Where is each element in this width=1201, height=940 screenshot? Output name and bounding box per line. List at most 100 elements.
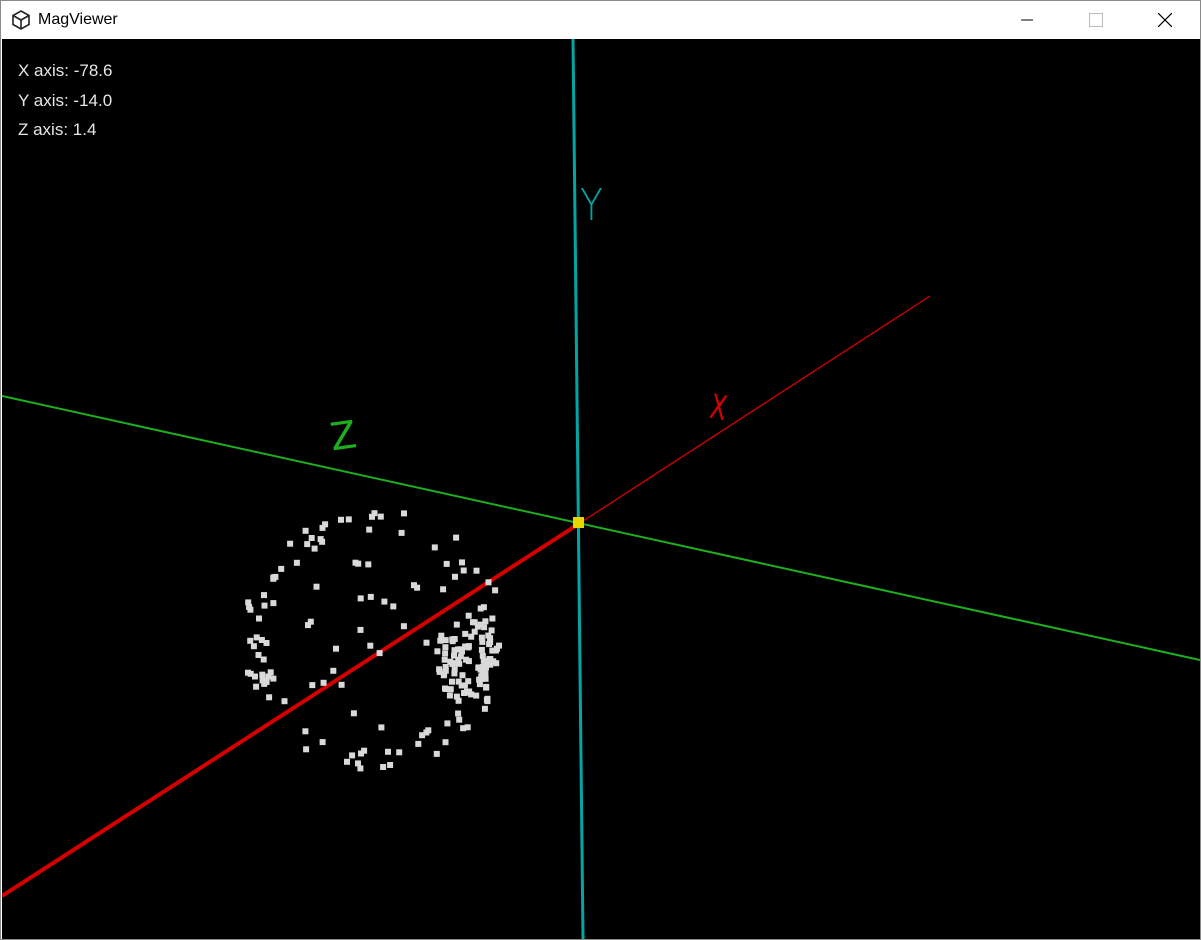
data-point — [465, 612, 472, 619]
data-point — [253, 634, 260, 641]
data-point — [338, 681, 345, 688]
data-point — [442, 650, 449, 657]
data-point — [449, 660, 456, 667]
data-point — [367, 642, 374, 649]
data-point — [443, 560, 450, 567]
data-point — [396, 749, 403, 756]
data-point — [261, 592, 267, 599]
data-point — [464, 724, 471, 731]
data-point — [255, 652, 262, 658]
minimize-button[interactable] — [1004, 1, 1050, 39]
title-bar[interactable]: MagViewer — [1, 1, 1200, 39]
data-point — [481, 705, 488, 712]
data-point — [444, 720, 451, 727]
data-point — [302, 728, 309, 735]
data-point — [357, 626, 364, 633]
data-point — [459, 559, 465, 566]
data-point — [302, 527, 309, 534]
3d-viewport[interactable]: Y Z X X axis: -78.6 Y axis: -14.0 Z axis… — [2, 39, 1200, 939]
data-point — [492, 587, 499, 594]
data-point — [473, 692, 480, 699]
data-point — [484, 695, 491, 702]
data-point — [401, 510, 407, 517]
data-point — [259, 671, 266, 678]
data-point — [449, 636, 456, 643]
data-point — [453, 534, 460, 541]
data-point — [441, 656, 448, 663]
x-axis-line — [2, 521, 582, 898]
data-point — [466, 688, 473, 695]
data-point — [266, 694, 273, 701]
data-point — [449, 678, 455, 685]
data-point — [475, 664, 482, 671]
data-point — [493, 660, 500, 667]
data-point — [492, 647, 499, 654]
data-point — [468, 633, 475, 640]
data-point — [433, 750, 440, 757]
data-point — [247, 637, 254, 644]
data-point — [252, 673, 258, 680]
data-point — [451, 670, 458, 677]
data-point — [305, 622, 311, 629]
data-point — [377, 513, 384, 520]
data-point — [371, 510, 378, 517]
data-point — [367, 593, 374, 600]
data-point — [385, 748, 391, 755]
data-point — [446, 692, 453, 699]
data-point — [350, 710, 357, 717]
data-point — [455, 656, 462, 663]
data-point — [293, 559, 300, 566]
x-axis-readout: X axis: -78.6 — [18, 61, 113, 80]
data-point — [415, 740, 422, 747]
data-point — [260, 656, 267, 663]
data-point — [452, 573, 458, 580]
data-point — [488, 627, 495, 634]
data-point — [390, 603, 397, 610]
data-point — [378, 724, 385, 731]
data-point — [270, 675, 277, 682]
data-point — [442, 739, 449, 746]
data-point — [333, 645, 339, 652]
data-point — [357, 765, 364, 772]
data-point — [344, 758, 350, 765]
data-point — [487, 661, 494, 668]
data-point — [320, 679, 327, 686]
data-point — [357, 595, 364, 602]
unity-logo-icon — [12, 10, 30, 30]
origin-marker — [573, 517, 584, 528]
data-point — [480, 657, 487, 664]
close-icon — [1158, 13, 1172, 27]
data-point — [436, 666, 443, 673]
data-point — [317, 536, 324, 543]
data-point — [437, 637, 444, 644]
data-point — [311, 545, 318, 552]
data-point — [349, 752, 356, 759]
data-point — [434, 648, 441, 655]
data-point — [458, 682, 465, 689]
data-point — [431, 544, 438, 551]
z-axis-label: Z — [327, 412, 359, 459]
data-point — [465, 643, 472, 650]
y-axis-line — [571, 39, 585, 939]
data-point — [387, 762, 394, 768]
data-point — [479, 652, 486, 659]
data-point — [245, 599, 252, 606]
data-point — [256, 615, 262, 622]
data-point — [442, 644, 449, 651]
data-point — [442, 637, 449, 644]
data-point — [245, 669, 251, 676]
maximize-button[interactable] — [1073, 1, 1119, 39]
data-point — [355, 560, 362, 567]
data-point — [303, 746, 310, 753]
magnetometer-point-cloud — [245, 510, 502, 772]
data-point — [270, 574, 277, 581]
data-point — [380, 764, 387, 770]
close-button[interactable] — [1142, 1, 1188, 39]
data-point — [381, 598, 388, 605]
data-point — [263, 678, 270, 685]
data-point — [473, 567, 480, 574]
data-point — [358, 750, 364, 757]
data-point — [267, 669, 274, 676]
data-point — [482, 618, 489, 625]
data-point — [482, 674, 489, 681]
